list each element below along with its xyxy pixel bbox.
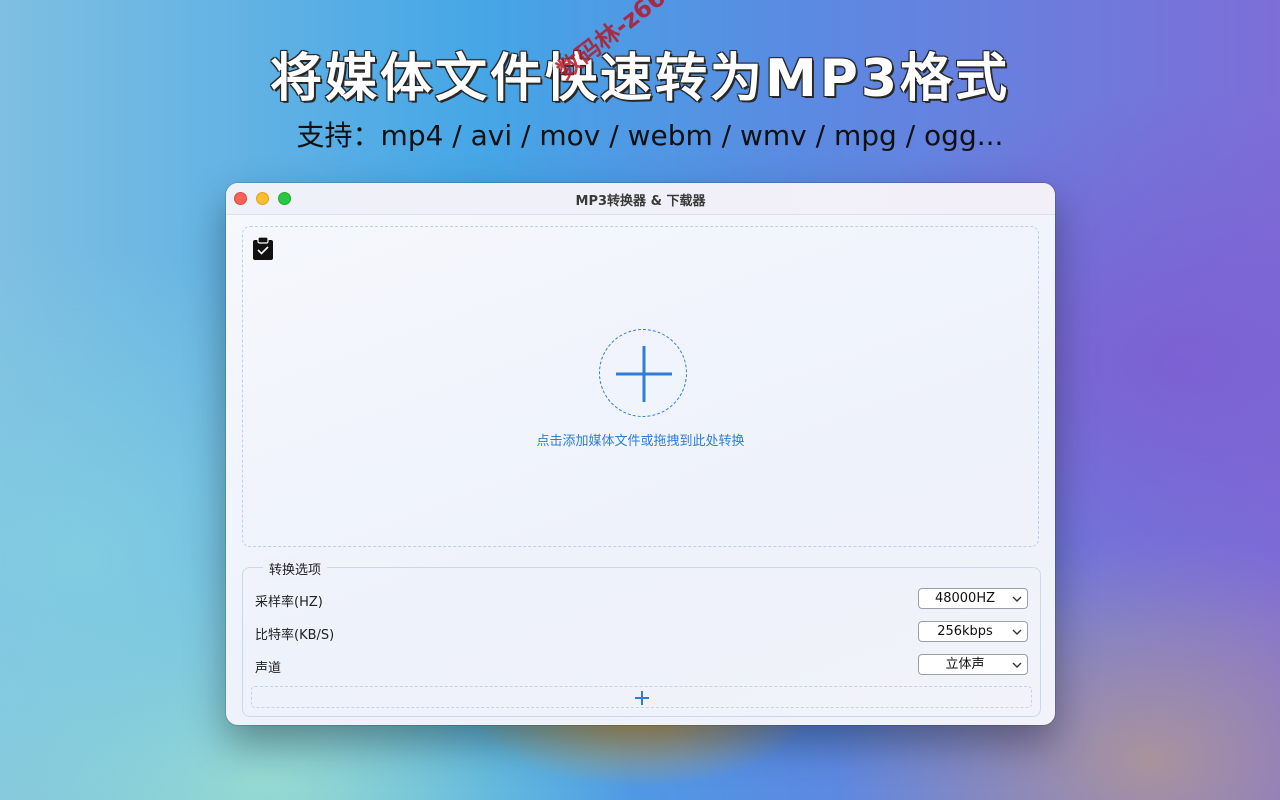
sample-rate-value: 48000HZ (934, 591, 996, 606)
channel-value: 立体声 (945, 657, 985, 672)
promo-headline: 将媒体文件快速转为MP3格式 (269, 49, 1011, 109)
add-option-button[interactable] (251, 686, 1032, 708)
channel-select[interactable]: 立体声 (918, 654, 1028, 675)
window-title: MP3转换器 & 下载器 (575, 194, 706, 209)
add-media-button[interactable] (599, 329, 687, 417)
app-window: MP3转换器 & 下载器 点击添加媒体文件或拖拽到此处转换 转换选项 采样率(H… (226, 183, 1055, 725)
options-legend: 转换选项 (263, 559, 328, 578)
conversion-options-panel: 转换选项 采样率(HZ) 48000HZ 比特率(KB/S) 256kbps 声… (242, 559, 1041, 717)
plus-icon (616, 346, 672, 402)
chevron-down-icon (1012, 662, 1022, 668)
channel-row: 声道 立体声 (255, 654, 1028, 676)
bit-rate-select[interactable]: 256kbps (918, 621, 1028, 642)
drop-zone[interactable]: 点击添加媒体文件或拖拽到此处转换 (242, 226, 1039, 547)
chevron-down-icon (1012, 629, 1022, 635)
title-bar: MP3转换器 & 下载器 (226, 183, 1055, 215)
promo-subhead: 支持：mp4 / avi / mov / webm / wmv / mpg / … (296, 119, 1004, 152)
sample-rate-row: 采样率(HZ) 48000HZ (255, 588, 1028, 610)
sample-rate-select[interactable]: 48000HZ (918, 588, 1028, 609)
plus-icon (634, 691, 649, 705)
sample-rate-label: 采样率(HZ) (255, 595, 323, 610)
clipboard-check-icon[interactable] (251, 235, 275, 261)
chevron-down-icon (1012, 596, 1022, 602)
bit-rate-label: 比特率(KB/S) (255, 628, 335, 643)
drop-hint-text: 点击添加媒体文件或拖拽到此处转换 (536, 434, 745, 449)
channel-label: 声道 (255, 661, 282, 676)
bit-rate-value: 256kbps (937, 624, 993, 639)
bit-rate-row: 比特率(KB/S) 256kbps (255, 621, 1028, 643)
